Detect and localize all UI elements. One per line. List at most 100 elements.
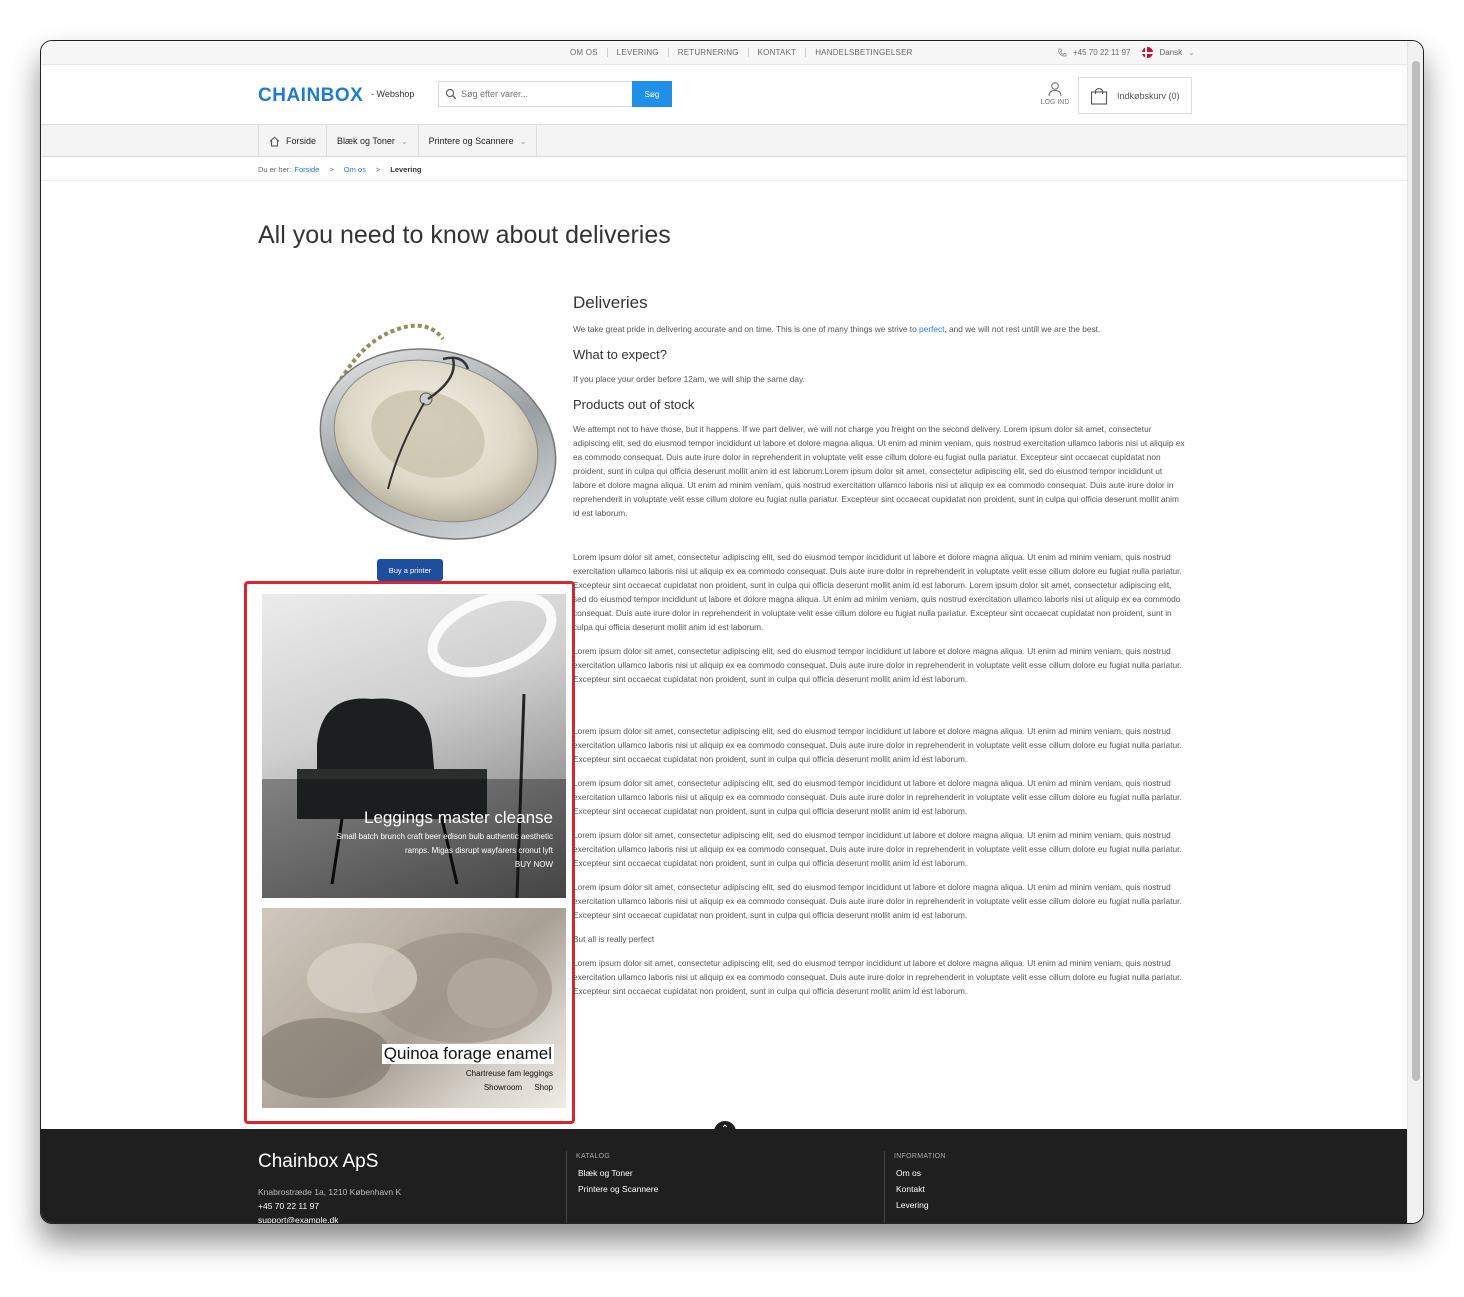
home-icon: [269, 136, 280, 146]
promo-tile-quinoa[interactable]: Quinoa forage enamel Chartreuse fam legg…: [262, 908, 566, 1108]
vertical-scrollbar[interactable]: [1407, 41, 1423, 1223]
footer-information: INFORMATION Om os Kontakt Levering: [894, 1153, 946, 1216]
breadcrumb-prefix: Du er her:: [258, 165, 292, 174]
footer-link-blaek-og-toner[interactable]: Blæk og Toner: [578, 1168, 658, 1178]
buy-now-link[interactable]: BUY NOW: [336, 858, 553, 872]
nav-item-blaek-og-toner[interactable]: Blæk og Toner ⌄: [327, 125, 419, 157]
breadcrumb-current: Levering: [390, 165, 422, 174]
footer-phone[interactable]: +45 70 22 11 97: [258, 1199, 401, 1213]
deliveries-text-part: , and we will not rest untill we are the…: [944, 324, 1101, 334]
search-button[interactable]: Søg: [632, 81, 672, 107]
nav-item-label: Blæk og Toner: [337, 136, 395, 146]
footer-address: Knabrostræde 1a, 1210 København K: [258, 1187, 402, 1197]
logo-subtitle: - Webshop: [371, 89, 415, 99]
paragraph: Lorem ipsum dolor sit amet, consectetur …: [573, 778, 1182, 816]
chevron-down-icon: ⌄: [519, 136, 527, 146]
footer-divider: [884, 1151, 885, 1223]
page: OM OS LEVERING RETURNERING KONTAKT HANDE…: [41, 41, 1409, 1223]
user-icon: [1048, 82, 1062, 97]
top-link-returnering[interactable]: RETURNERING: [669, 48, 749, 57]
promo-subtitle-line: Chartreuse fam leggings: [465, 1069, 553, 1078]
nav-item-label: Forside: [286, 136, 317, 146]
stock-heading: Products out of stock: [573, 397, 695, 412]
login-button[interactable]: LOG IND: [1037, 81, 1073, 106]
promo-title: Leggings master cleanse: [363, 808, 553, 827]
footer-link-kontakt[interactable]: Kontakt: [896, 1184, 946, 1194]
scrollbar-thumb[interactable]: [1412, 61, 1420, 1081]
page-title: All you need to know about deliveries: [258, 221, 671, 249]
promo-highlight-box: Leggings master cleanse Small batch brun…: [244, 581, 575, 1124]
footer-link-om-os[interactable]: Om os: [896, 1168, 946, 1178]
footer-link-printere-og-scannere[interactable]: Printere og Scannere: [578, 1184, 658, 1194]
promo-tile-leggings[interactable]: Leggings master cleanse Small batch brun…: [262, 594, 566, 898]
footer-info-heading: INFORMATION: [894, 1153, 946, 1160]
expect-text: If you place your order before 12am, we …: [573, 374, 805, 384]
cart-label: Indkøbskurv (0): [1117, 90, 1180, 101]
top-link-levering[interactable]: LEVERING: [608, 48, 669, 57]
footer-catalog: KATALOG Blæk og Toner Printere og Scanne…: [576, 1153, 658, 1200]
breadcrumb-forside[interactable]: Forside: [294, 165, 319, 174]
main-nav: Forside Blæk og Toner ⌄ Printere og Scan…: [41, 125, 1409, 157]
nav-item-printere-og-scannere[interactable]: Printere og Scannere ⌄: [419, 125, 538, 157]
top-links: OM OS LEVERING RETURNERING KONTAKT HANDE…: [561, 48, 922, 57]
search-input[interactable]: [461, 83, 631, 105]
main-content: Deliveries We take great pride in delive…: [573, 293, 1185, 1008]
buy-printer-button[interactable]: Buy a printer: [377, 559, 443, 581]
cart-button[interactable]: Indkøbskurv (0): [1078, 77, 1192, 114]
promo-subtitle: Chartreuse fam leggings Showroom Shop: [466, 1067, 553, 1095]
danish-flag-icon: [1142, 47, 1154, 58]
footer: ⌃ Chainbox ApS Knabrostræde 1a, 1210 Køb…: [41, 1121, 1409, 1223]
breadcrumb: Du er her: Forside > Om os > Levering: [41, 157, 1409, 181]
promo-title: Quinoa forage enamel: [381, 1044, 554, 1064]
chevron-up-icon: ⌃: [720, 1124, 730, 1135]
search-icon: [445, 88, 457, 100]
paragraph: Lorem ipsum dolor sit amet, consectetur …: [573, 882, 1182, 920]
header: CHAINBOX - Webshop Søg LOG IND Indkøbsku…: [41, 65, 1409, 125]
showroom-link[interactable]: Showroom: [484, 1083, 522, 1092]
top-link-handelsbetingelser[interactable]: HANDELSBETINGELSER: [806, 48, 921, 57]
footer-company-name: Chainbox ApS: [258, 1151, 379, 1172]
paragraph: Lorem ipsum dolor sit amet, consectetur …: [573, 646, 1182, 684]
paragraph: Lorem ipsum dolor sit amet, consectetur …: [573, 958, 1182, 996]
footer-company: Chainbox ApS Knabrostræde 1a, 1210 Køben…: [258, 1151, 401, 1223]
phone-icon: [1058, 48, 1067, 56]
chevron-down-icon: ⌄: [400, 136, 408, 146]
top-link-om-os[interactable]: OM OS: [561, 48, 608, 57]
shop-link[interactable]: Shop: [534, 1083, 553, 1092]
top-phone[interactable]: +45 70 22 11 97: [1073, 48, 1130, 57]
deliveries-heading: Deliveries: [573, 293, 648, 312]
search-box: Søg: [438, 81, 672, 107]
deliveries-text: We take great pride in delivering accura…: [573, 322, 1185, 336]
paragraph: Lorem ipsum dolor sit amet, consectetur …: [573, 552, 1182, 632]
footer-divider: [566, 1151, 567, 1223]
breadcrumb-om-os[interactable]: Om os: [344, 165, 366, 174]
top-link-kontakt[interactable]: KONTAKT: [749, 48, 807, 57]
promo-subtitle: Small batch brunch craft beer edison bul…: [336, 830, 553, 872]
paragraph: Lorem ipsum dolor sit amet, consectetur …: [573, 726, 1182, 764]
login-label: LOG IND: [1040, 99, 1070, 106]
footer-link-levering[interactable]: Levering: [896, 1200, 946, 1210]
logo[interactable]: CHAINBOX: [258, 85, 363, 107]
nav-item-label: Printere og Scannere: [428, 136, 514, 146]
browser-window: OM OS LEVERING RETURNERING KONTAKT HANDE…: [40, 40, 1424, 1224]
paragraph: Lorem ipsum dolor sit amet, consectetur …: [573, 830, 1182, 868]
perfect-link[interactable]: perfect: [919, 324, 944, 334]
expect-heading: What to expect?: [573, 347, 667, 362]
nav-item-forside[interactable]: Forside: [259, 125, 328, 157]
chevron-down-icon: ⌄: [1188, 48, 1195, 57]
stock-text: We attempt not to have those, but it hap…: [573, 424, 1185, 518]
deliveries-text-part: We take great pride in delivering accura…: [573, 324, 917, 334]
top-right: +45 70 22 11 97 Dansk ⌄: [1057, 47, 1195, 58]
pocket-watch-image: [319, 323, 557, 540]
footer-catalog-heading: KATALOG: [576, 1153, 611, 1160]
promo-subtitle-line: ramps. Migas disrupt wayfarers cronut ly…: [404, 846, 553, 855]
top-utility-bar: OM OS LEVERING RETURNERING KONTAKT HANDE…: [41, 41, 1409, 65]
scroll-to-top-button[interactable]: ⌃: [714, 1121, 736, 1143]
promo-subtitle-line: Small batch brunch craft beer edison bul…: [336, 832, 553, 841]
footer-email[interactable]: support@example.dk: [258, 1213, 401, 1223]
breadcrumb-separator: >: [375, 165, 381, 174]
language-select[interactable]: Dansk: [1159, 48, 1182, 57]
breadcrumb-separator: >: [329, 165, 334, 174]
perfect-line: But all is really perfect: [573, 934, 655, 944]
shopping-bag-icon: [1090, 87, 1108, 105]
